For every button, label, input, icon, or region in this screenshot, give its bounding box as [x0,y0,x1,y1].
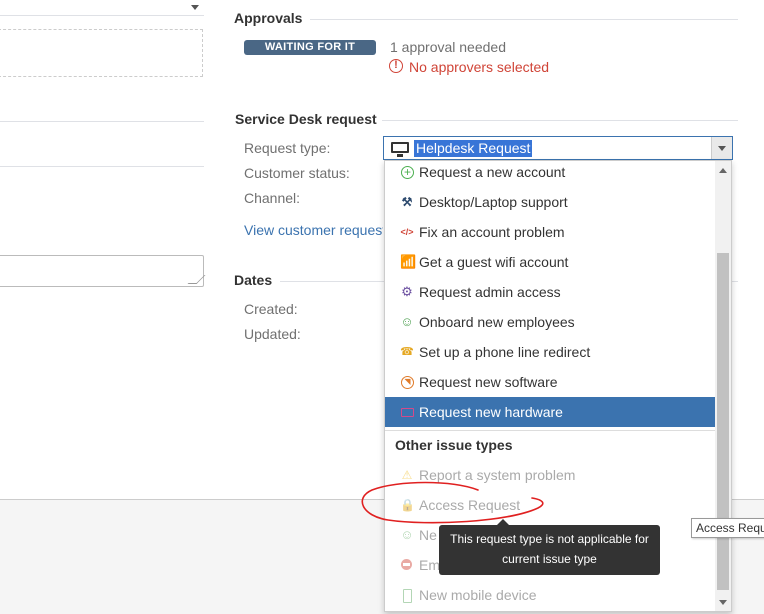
option-request-admin-access[interactable]: ⚙ Request admin access [385,277,716,307]
channel-label: Channel: [244,190,301,206]
tooltip-line-1: This request type is not applicable for [450,532,649,546]
lock-icon: 🔒 [400,498,415,512]
chevron-down-icon[interactable] [191,5,199,10]
wifi-icon: 📶 [400,254,417,269]
option-report-system-problem: ⚠ Report a system problem [401,467,576,483]
divider [280,281,384,282]
scroll-down-icon[interactable] [719,600,727,605]
left-dropzone[interactable] [0,29,203,77]
people-icon: ☺ [400,314,414,329]
plus-circle-icon: + [401,166,414,179]
divider [310,19,738,20]
divider [382,120,738,121]
monitor-icon [391,142,409,157]
native-title-tooltip: Access Request [691,518,764,538]
option-desktop-laptop-support[interactable]: ⚒ Desktop/Laptop support [385,187,716,217]
approvals-heading: Approvals [234,10,303,26]
option-request-hardware[interactable]: Request new hardware [385,397,716,427]
request-type-tooltip: This request type is not applicable for … [439,519,660,575]
resize-handle-icon[interactable] [187,275,206,284]
approvers-error-text: No approvers selected [409,59,550,75]
service-desk-heading: Service Desk request [235,111,377,127]
request-type-select[interactable]: Helpdesk Request [383,136,733,160]
request-type-value[interactable]: Helpdesk Request [414,140,533,157]
no-entry-icon [401,559,412,570]
code-icon: </> [400,227,414,237]
left-select-field[interactable] [0,0,204,16]
phone-icon: ☎ [400,346,414,358]
person-tool-icon: ⚒ [401,195,413,209]
group-heading-other-issue-types: Other issue types [395,437,513,453]
gears-icon: ⚙ [401,284,413,299]
keyboard-icon [401,408,414,417]
people-icon: ☺ [400,527,414,542]
scroll-up-icon[interactable] [719,168,727,173]
divider [0,121,204,122]
chevron-down-icon[interactable] [711,137,732,159]
divider [732,281,738,282]
divider [385,430,716,431]
divider [0,166,204,167]
request-type-label: Request type: [244,140,331,156]
option-new-mobile-device: New mobile device [385,580,716,610]
option-request-software[interactable]: ◥ Request new software [385,367,716,397]
tooltip-line-2: current issue type [502,552,597,566]
customer-status-label: Customer status: [244,165,350,181]
option-access-request: 🔒 Access Request [400,497,521,513]
view-customer-request-link[interactable]: View customer request [244,222,383,238]
updated-label: Updated: [244,326,301,342]
created-label: Created: [244,301,298,317]
option-phone-redirect[interactable]: ☎ Set up a phone line redirect [385,337,716,367]
mobile-icon [403,589,412,603]
software-icon: ◥ [401,376,414,389]
scroll-thumb[interactable] [717,253,729,590]
approvals-needed-text: 1 approval needed [390,39,506,55]
error-icon: ! [389,59,403,73]
option-fix-account-problem[interactable]: </> Fix an account problem [385,217,716,247]
option-onboard-employees[interactable]: ☺ Onboard new employees [385,307,716,337]
option-request-new-account[interactable]: + Request a new account [385,161,716,187]
dates-heading: Dates [234,272,273,288]
warning-icon: ⚠ [401,468,413,482]
left-textarea[interactable] [0,255,206,287]
status-badge: WAITING FOR IT [244,40,376,55]
option-guest-wifi[interactable]: 📶 Get a guest wifi account [385,247,716,277]
dropdown-scrollbar[interactable] [715,161,731,611]
